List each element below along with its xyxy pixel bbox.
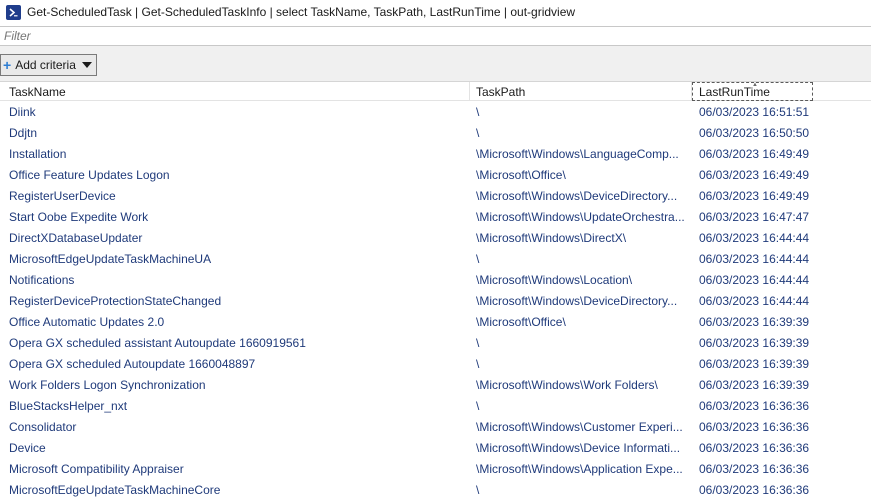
grid-header: TaskName TaskPath LastRunTime [0, 82, 871, 101]
task-name-cell: Microsoft Compatibility Appraiser [9, 462, 184, 476]
table-row[interactable]: MicrosoftEdgeUpdateTaskMachineCore \ 06/03… [0, 480, 871, 498]
table-row[interactable]: MicrosoftEdgeUpdateTaskMachineUA \ 06/03/2… [0, 249, 871, 270]
last-run-time-cell: 06/03/2023 16:49:49 [699, 168, 810, 182]
filter-input[interactable] [0, 26, 871, 46]
table-row[interactable]: Opera GX scheduled assistant Autoupdate … [0, 333, 871, 354]
column-header-taskname[interactable]: TaskName [0, 82, 470, 101]
powershell-icon [6, 4, 21, 20]
task-path-cell: \Microsoft\Windows\Customer Experi... [476, 420, 683, 434]
last-run-time-cell: 06/03/2023 16:36:36 [699, 420, 810, 434]
table-row[interactable]: Ddjtn \ 06/03/2023 16:50:50 [0, 123, 871, 144]
task-path-cell: \ [476, 105, 480, 119]
table-row[interactable]: Office Automatic Updates 2.0 \Microsoft\O… [0, 312, 871, 333]
last-run-time-cell: 06/03/2023 16:36:36 [699, 483, 810, 497]
task-name-cell: RegisterDeviceProtectionStateChanged [9, 294, 222, 308]
task-path-cell: \ [476, 483, 480, 497]
task-name-cell: Opera GX scheduled assistant Autoupdate … [9, 336, 306, 350]
title-bar: Get-ScheduledTask | Get-ScheduledTaskInf… [0, 0, 871, 24]
table-row[interactable]: DirectXDatabaseUpdater \Microsoft\Windows… [0, 228, 871, 249]
last-run-time-cell: 06/03/2023 16:44:44 [699, 231, 810, 245]
last-run-time-cell: 06/03/2023 16:39:39 [699, 336, 810, 350]
task-name-cell: MicrosoftEdgeUpdateTaskMachineCore [9, 483, 221, 497]
task-name-cell: DirectXDatabaseUpdater [9, 231, 143, 245]
task-name-cell: Installation [9, 147, 67, 161]
task-name-cell: Device [9, 441, 46, 455]
last-run-time-cell: 06/03/2023 16:36:36 [699, 462, 810, 476]
task-name-cell: Office Automatic Updates 2.0 [9, 315, 165, 329]
table-row[interactable]: Notifications \Microsoft\Windows\Location… [0, 270, 871, 291]
last-run-time-cell: 06/03/2023 16:39:39 [699, 357, 810, 371]
task-name-cell: Start Oobe Expedite Work [9, 210, 149, 224]
last-run-time-cell: 06/03/2023 16:51:51 [699, 105, 810, 119]
task-path-cell: \ [476, 336, 480, 350]
table-row[interactable]: Installation \Microsoft\Windows\LanguageC… [0, 144, 871, 165]
task-path-cell: \Microsoft\Windows\DirectX\ [476, 231, 627, 245]
task-path-cell: \Microsoft\Windows\Location\ [476, 273, 633, 287]
task-path-cell: \Microsoft\Windows\Device Informati... [476, 441, 681, 455]
task-path-cell: \ [476, 126, 480, 140]
task-name-cell: Work Folders Logon Synchronization [9, 378, 206, 392]
sort-indicator-icon: ▲ [752, 82, 758, 88]
last-run-time-cell: 06/03/2023 16:36:36 [699, 399, 810, 413]
grid-rows: Diink \ 06/03/2023 16:51:51 Ddjtn \ 06/03/202… [0, 102, 871, 498]
task-path-cell: \ [476, 252, 480, 266]
task-path-cell: \Microsoft\Office\ [476, 315, 566, 329]
last-run-time-cell: 06/03/2023 16:44:44 [699, 273, 810, 287]
task-path-cell: \Microsoft\Windows\DeviceDirectory... [476, 294, 678, 308]
task-name-cell: Diink [9, 105, 36, 119]
task-path-cell: \ [476, 399, 480, 413]
task-name-cell: Opera GX scheduled Autoupdate 1660048897 [9, 357, 256, 371]
table-row[interactable]: Device \Microsoft\Windows\Device Informat… [0, 438, 871, 459]
task-path-cell: \Microsoft\Windows\UpdateOrchestra... [476, 210, 685, 224]
table-row[interactable]: RegisterUserDevice \Microsoft\Windows\Dev… [0, 186, 871, 207]
task-path-cell: \Microsoft\Windows\DeviceDirectory... [476, 189, 678, 203]
last-run-time-cell: 06/03/2023 16:36:36 [699, 441, 810, 455]
table-row[interactable]: Opera GX scheduled Autoupdate 1660048897… [0, 354, 871, 375]
task-path-cell: \Microsoft\Windows\LanguageComp... [476, 147, 679, 161]
last-run-time-cell: 06/03/2023 16:44:44 [699, 294, 810, 308]
table-row[interactable]: Microsoft Compatibility Appraiser \Micros… [0, 459, 871, 480]
add-criteria-label: Add criteria [15, 58, 76, 72]
last-run-time-cell: 06/03/2023 16:44:44 [699, 252, 810, 266]
table-row[interactable]: Start Oobe Expedite Work \Microsoft\Windo… [0, 207, 871, 228]
table-row[interactable]: BlueStacksHelper_nxt \ 06/03/2023 16:36:36 [0, 396, 871, 417]
window-title: Get-ScheduledTask | Get-ScheduledTaskInf… [27, 5, 576, 19]
task-name-cell: BlueStacksHelper_nxt [9, 399, 128, 413]
table-row[interactable]: Diink \ 06/03/2023 16:51:51 [0, 102, 871, 123]
last-run-time-cell: 06/03/2023 16:47:47 [699, 210, 810, 224]
task-path-cell: \Microsoft\Office\ [476, 168, 566, 182]
task-path-cell: \Microsoft\Windows\Work Folders\ [476, 378, 658, 392]
table-row[interactable]: Office Feature Updates Logon \Microsoft\O… [0, 165, 871, 186]
task-name-cell: Office Feature Updates Logon [9, 168, 170, 182]
task-name-cell: Notifications [9, 273, 75, 287]
table-row[interactable]: Consolidator \Microsoft\Windows\Customer … [0, 417, 871, 438]
criteria-bar: + Add criteria [0, 46, 871, 82]
task-path-cell: \Microsoft\Windows\Application Expe... [476, 462, 683, 476]
column-header-taskpath[interactable]: TaskPath [470, 82, 692, 101]
task-name-cell: RegisterUserDevice [9, 189, 116, 203]
last-run-time-cell: 06/03/2023 16:50:50 [699, 126, 810, 140]
last-run-time-cell: 06/03/2023 16:49:49 [699, 189, 810, 203]
add-criteria-button[interactable]: + Add criteria [0, 54, 97, 76]
task-name-cell: Ddjtn [9, 126, 38, 140]
last-run-time-cell: 06/03/2023 16:39:39 [699, 378, 810, 392]
last-run-time-cell: 06/03/2023 16:49:49 [699, 147, 810, 161]
table-row[interactable]: RegisterDeviceProtectionStateChanged \Mic… [0, 291, 871, 312]
task-name-cell: Consolidator [9, 420, 77, 434]
task-path-cell: \ [476, 357, 480, 371]
chevron-down-icon [81, 62, 92, 68]
last-run-time-cell: 06/03/2023 16:39:39 [699, 315, 810, 329]
table-row[interactable]: Work Folders Logon Synchronization \Micro… [0, 375, 871, 396]
plus-icon: + [3, 57, 12, 73]
task-name-cell: MicrosoftEdgeUpdateTaskMachineUA [9, 252, 212, 266]
